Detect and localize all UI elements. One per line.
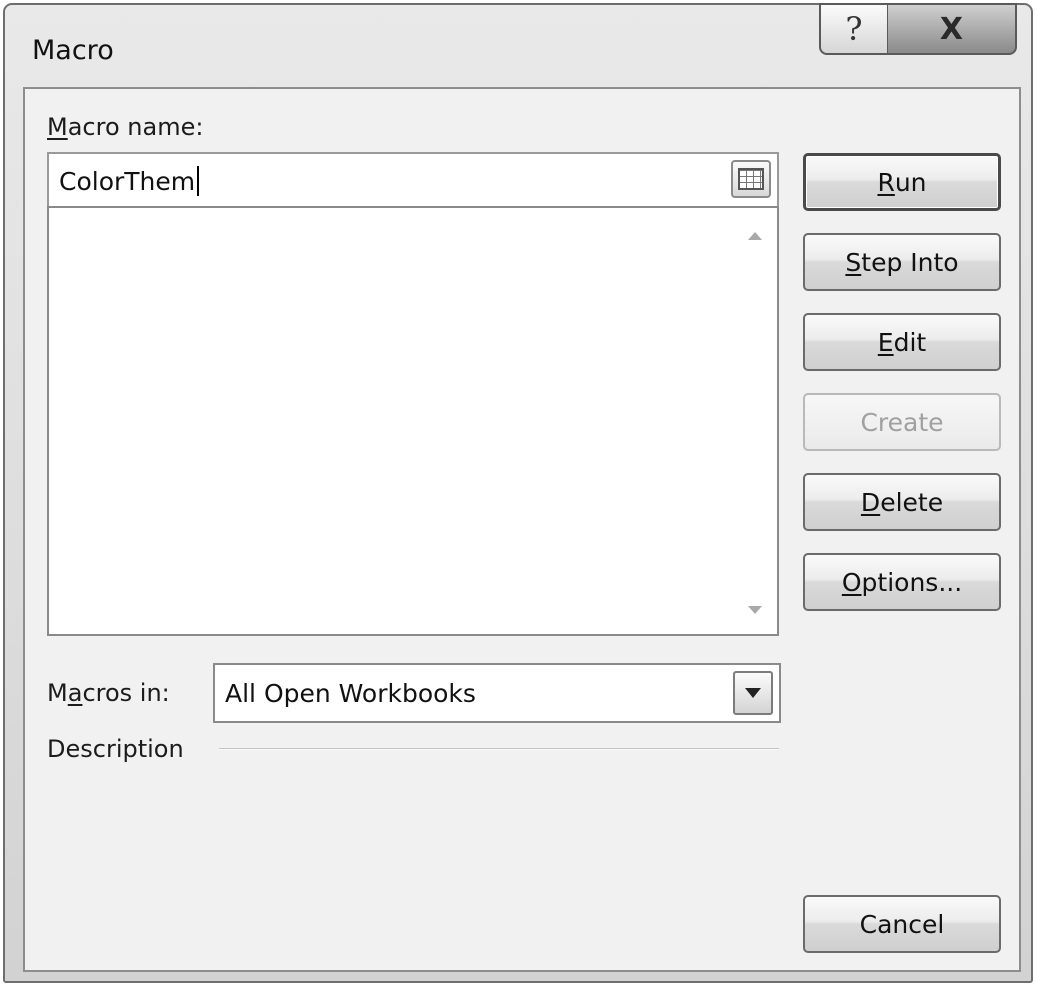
cancel-button[interactable]: Cancel [803, 895, 1001, 953]
macros-in-dropdown[interactable]: All Open Workbooks [213, 663, 781, 723]
edit-button[interactable]: Edit [803, 313, 1001, 371]
close-icon: X [939, 11, 964, 47]
scroll-down-arrow-icon[interactable] [748, 606, 762, 614]
step-into-button[interactable]: Step Into [803, 233, 1001, 291]
macro-list[interactable] [47, 206, 779, 636]
macro-name-value: ColorThem [59, 166, 200, 196]
close-button[interactable]: X [887, 3, 1017, 55]
collapse-dialog-icon [738, 168, 764, 190]
macros-in-value: All Open Workbooks [225, 679, 476, 708]
help-icon: ? [845, 10, 863, 48]
dialog-title: Macro [32, 35, 114, 66]
delete-button[interactable]: Delete [803, 473, 1001, 531]
run-button[interactable]: Run [803, 153, 1001, 211]
macros-in-label: Macros in: [47, 679, 170, 707]
scroll-up-arrow-icon[interactable] [748, 232, 762, 240]
description-divider [219, 748, 779, 750]
create-button[interactable]: Create [803, 393, 1001, 451]
macro-name-input[interactable]: ColorThem [47, 152, 779, 208]
text-caret [197, 166, 200, 196]
dropdown-button[interactable] [733, 671, 773, 715]
macro-name-label: Macro name: [47, 113, 204, 141]
chevron-down-icon [745, 688, 761, 698]
collapse-dialog-button[interactable] [731, 160, 771, 198]
dialog-body: Macro name: ColorThem Macros in: All Ope… [23, 87, 1021, 972]
help-button[interactable]: ? [819, 3, 889, 55]
vertical-scrollbar[interactable] [733, 208, 777, 634]
macro-dialog: Macro ? X Macro name: ColorThem Macros i… [3, 3, 1033, 983]
description-label: Description [47, 735, 184, 763]
options-button[interactable]: Options... [803, 553, 1001, 611]
